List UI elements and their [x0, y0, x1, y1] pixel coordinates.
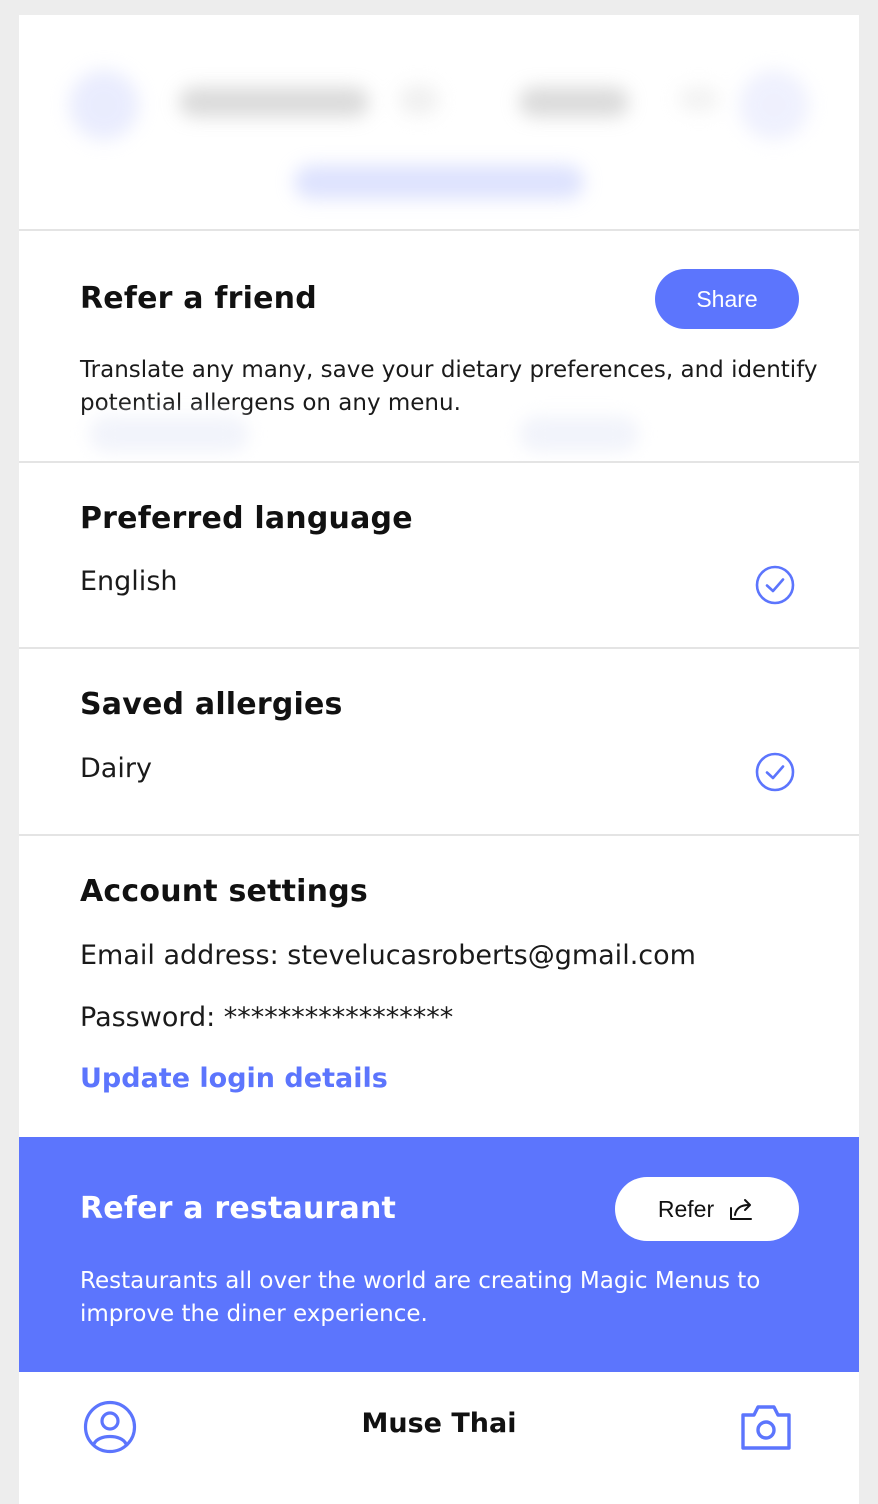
refer-friend-description: Translate any many, save your dietary pr… — [80, 357, 818, 416]
refer-restaurant-panel: Refer a restaurant Refer Restaurants all… — [19, 1137, 859, 1372]
check-circle-icon[interactable] — [755, 752, 795, 792]
refer-friend-title: Refer a friend — [80, 281, 317, 316]
refer-button-label: Refer — [657, 1195, 715, 1222]
bottom-bar: Muse Thai — [19, 1372, 859, 1504]
account-settings-section: Account settings Email address: steveluc… — [19, 834, 859, 1138]
blurred-chip — [89, 416, 249, 452]
saved-allergies-title: Saved allergies — [80, 687, 343, 722]
allergy-value: Dairy — [80, 753, 152, 784]
blurred-header — [19, 15, 859, 230]
refer-friend-section: Refer a friend Share Translate any many,… — [19, 229, 859, 462]
update-login-link[interactable]: Update login details — [80, 1063, 388, 1094]
blurred-chip — [519, 416, 639, 452]
password: Password: ***************** — [80, 1002, 454, 1033]
share-arrow-icon — [730, 1199, 753, 1220]
language-value: English — [80, 566, 178, 597]
refer-button[interactable]: Refer — [615, 1177, 799, 1241]
app-screen: Refer a friend Share Translate any many,… — [19, 15, 859, 1504]
preferred-language-title: Preferred language — [80, 501, 413, 536]
share-button[interactable]: Share — [655, 269, 799, 329]
restaurant-name: Muse Thai — [361, 1408, 517, 1439]
check-circle-icon[interactable] — [755, 565, 795, 605]
saved-allergies-section[interactable]: Saved allergies Dairy — [19, 647, 859, 835]
refer-restaurant-title: Refer a restaurant — [80, 1191, 397, 1226]
email-address: Email address: stevelucasroberts@gmail.c… — [80, 940, 696, 971]
preferred-language-section[interactable]: Preferred language English — [19, 461, 859, 648]
account-settings-title: Account settings — [80, 874, 368, 909]
refer-restaurant-description: Restaurants all over the world are creat… — [80, 1268, 761, 1327]
camera-icon[interactable] — [739, 1402, 793, 1452]
